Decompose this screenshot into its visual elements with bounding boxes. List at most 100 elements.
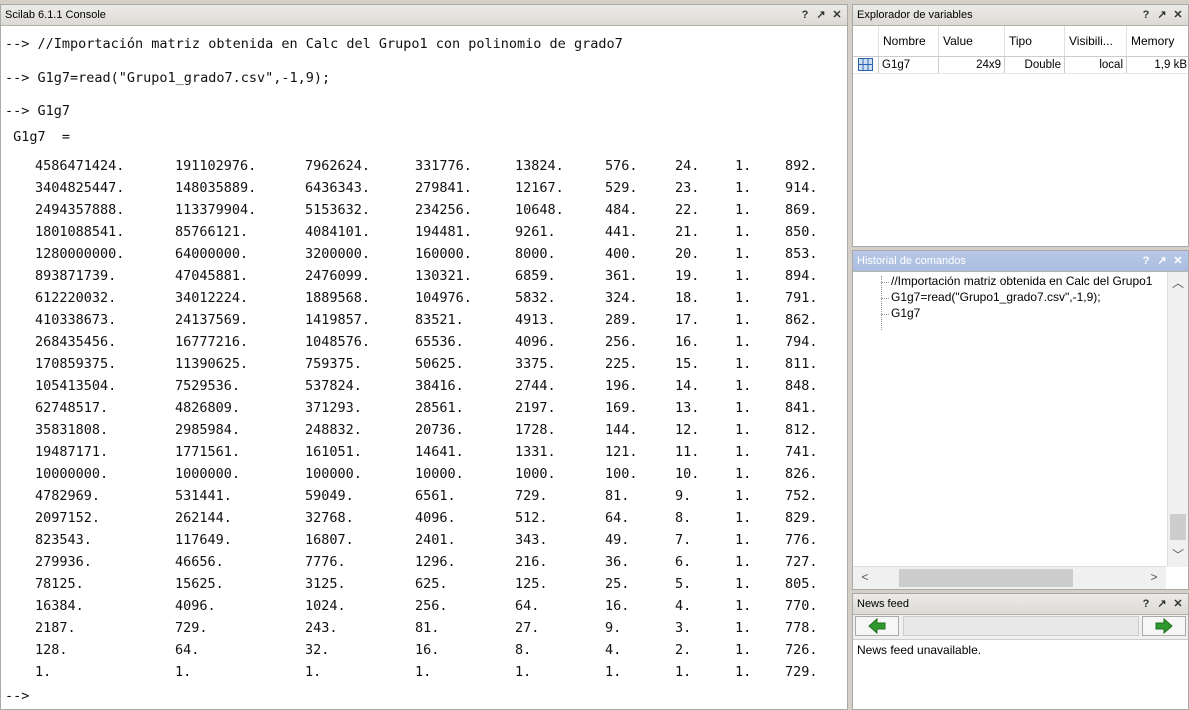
matrix-cell: 1024. <box>305 598 346 614</box>
matrix-cell: 7529536. <box>175 378 241 394</box>
matrix-cell: 1. <box>735 180 752 196</box>
tree-connector <box>881 298 889 299</box>
undock-icon[interactable]: ↗ <box>1154 594 1170 614</box>
matrix-cell: 169. <box>605 400 638 416</box>
matrix-cell: 4913. <box>515 312 556 328</box>
news-feed-panel: News feed ? ↗ ✕ News feed unavailable. <box>852 593 1189 710</box>
matrix-cell: 32. <box>305 642 330 658</box>
matrix-cell: 3125. <box>305 576 346 592</box>
matrix-cell: 6436343. <box>305 180 371 196</box>
help-icon[interactable]: ? <box>1138 594 1154 614</box>
matrix-cell: 83521. <box>415 312 464 328</box>
history-vertical-scrollbar[interactable]: ︿ ﹀ <box>1167 272 1188 567</box>
matrix-cell: 10648. <box>515 202 564 218</box>
matrix-cell: 1. <box>735 466 752 482</box>
matrix-cell: 1. <box>735 532 752 548</box>
command-history-panel: Historial de comandos ? ↗ ✕ //Importació… <box>852 250 1189 590</box>
close-icon[interactable]: ✕ <box>829 5 845 25</box>
console-output[interactable]: --> //Importación matriz obtenida en Cal… <box>1 26 847 709</box>
matrix-cell: 770. <box>785 598 818 614</box>
matrix-cell: 6561. <box>415 488 456 504</box>
scroll-left-icon[interactable]: < <box>855 570 875 584</box>
matrix-cell: 104976. <box>415 290 472 306</box>
matrix-cell: 19487171. <box>35 444 109 460</box>
column-header-type[interactable]: Tipo <box>1005 26 1065 56</box>
variable-memory: 1,9 kB <box>1154 59 1187 71</box>
matrix-cell: 1. <box>735 554 752 570</box>
matrix-cell: 2197. <box>515 400 556 416</box>
varexp-titlebar: Explorador de variables ? ↗ ✕ <box>853 5 1188 26</box>
matrix-cell: 225. <box>605 356 638 372</box>
matrix-cell: 1. <box>735 158 752 174</box>
news-title: News feed <box>857 598 909 610</box>
matrix-cell: 1. <box>735 356 752 372</box>
matrix-cell: 512. <box>515 510 548 526</box>
matrix-cell: 1. <box>175 664 192 680</box>
matrix-cell: 1. <box>735 488 752 504</box>
matrix-cell: 216. <box>515 554 548 570</box>
undock-icon[interactable]: ↗ <box>1154 251 1170 271</box>
variable-table: Nombre Value Tipo Visibili... Memory G1g… <box>853 26 1188 74</box>
news-message: News feed unavailable. <box>857 643 982 657</box>
history-horizontal-scrollbar[interactable]: < > <box>853 566 1166 589</box>
close-icon[interactable]: ✕ <box>1170 251 1186 271</box>
history-item[interactable]: G1g7=read("Grupo1_grado7.csv",-1,9); <box>891 290 1101 304</box>
matrix-cell: 10. <box>675 466 700 482</box>
history-item[interactable]: //Importación matriz obtenida en Calc de… <box>891 274 1152 288</box>
help-icon[interactable]: ? <box>1138 251 1154 271</box>
tree-connector <box>881 276 882 330</box>
matrix-cell: 869. <box>785 202 818 218</box>
matrix-cell: 1. <box>735 422 752 438</box>
close-icon[interactable]: ✕ <box>1170 594 1186 614</box>
scrollbar-thumb[interactable] <box>899 569 1073 587</box>
scroll-up-icon[interactable]: ︿ <box>1168 274 1188 291</box>
matrix-cell: 65536. <box>415 334 464 350</box>
matrix-cell: 24137569. <box>175 312 249 328</box>
matrix-cell: 1048576. <box>305 334 371 350</box>
matrix-cell: 625. <box>415 576 448 592</box>
matrix-cell: 371293. <box>305 400 362 416</box>
column-header-visibility[interactable]: Visibili... <box>1065 26 1127 56</box>
scroll-down-icon[interactable]: ﹀ <box>1168 546 1188 563</box>
matrix-cell: 752. <box>785 488 818 504</box>
matrix-cell: 791. <box>785 290 818 306</box>
scrollbar-thumb[interactable] <box>1170 514 1186 540</box>
close-icon[interactable]: ✕ <box>1170 5 1186 25</box>
matrix-cell: 12167. <box>515 180 564 196</box>
variable-row[interactable]: G1g7 24x9 Double local 1,9 kB <box>853 57 1188 74</box>
console-line: --> //Importación matriz obtenida en Cal… <box>5 36 623 52</box>
help-icon[interactable]: ? <box>1138 5 1154 25</box>
matrix-cell: 81. <box>415 620 440 636</box>
undock-icon[interactable]: ↗ <box>813 5 829 25</box>
matrix-cell: 1889568. <box>305 290 371 306</box>
console-line: G1g7 = <box>5 129 71 145</box>
console-prompt[interactable]: --> <box>5 688 29 704</box>
matrix-cell: 4096. <box>515 334 556 350</box>
help-icon[interactable]: ? <box>797 5 813 25</box>
history-item[interactable]: G1g7 <box>891 306 920 320</box>
matrix-cell: 234256. <box>415 202 472 218</box>
matrix-cell: 410338673. <box>35 312 117 328</box>
matrix-cell: 2476099. <box>305 268 371 284</box>
matrix-cell: 9. <box>605 620 622 636</box>
next-news-button[interactable] <box>1142 616 1186 636</box>
matrix-cell: 256. <box>605 334 638 350</box>
column-header-value[interactable]: Value <box>939 26 1005 56</box>
history-tree: //Importación matriz obtenida en Calc de… <box>853 272 1166 565</box>
previous-news-button[interactable] <box>855 616 899 636</box>
undock-icon[interactable]: ↗ <box>1154 5 1170 25</box>
variable-value: 24x9 <box>939 57 1005 73</box>
matrix-cell: 4096. <box>175 598 216 614</box>
matrix-cell: 289. <box>605 312 638 328</box>
column-header-name[interactable]: Nombre <box>879 26 939 56</box>
scroll-right-icon[interactable]: > <box>1144 570 1164 584</box>
matrix-cell: 1. <box>735 378 752 394</box>
matrix-cell: 1419857. <box>305 312 371 328</box>
matrix-cell: 1. <box>735 224 752 240</box>
matrix-cell: 64. <box>175 642 200 658</box>
matrix-cell: 191102976. <box>175 158 257 174</box>
matrix-cell: 1771561. <box>175 444 241 460</box>
matrix-cell: 893871739. <box>35 268 117 284</box>
icon-column-header[interactable] <box>853 26 879 56</box>
column-header-memory[interactable]: Memory <box>1127 26 1188 56</box>
